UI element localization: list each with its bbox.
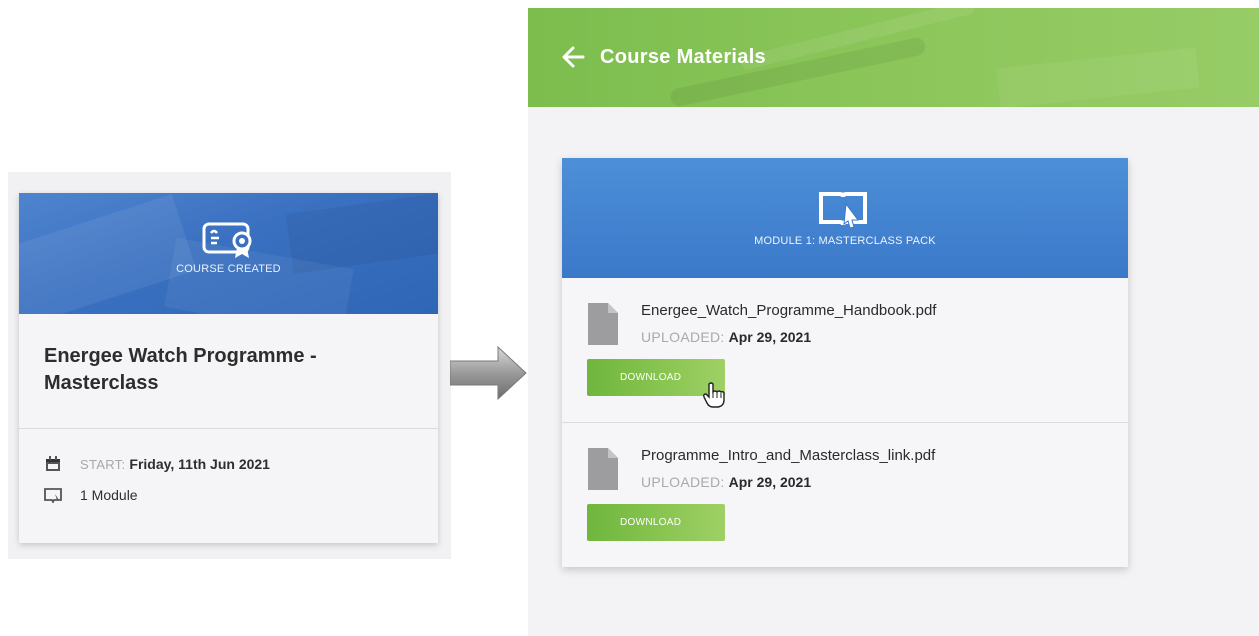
module-title: MODULE 1: MASTERCLASS PACK [754, 235, 936, 247]
page-title: Course Materials [600, 46, 766, 68]
download-button[interactable]: DOWNLOAD [587, 504, 725, 541]
file-icon [588, 303, 618, 345]
upload-date: UPLOADED: Apr 29, 2021 [641, 329, 811, 345]
module-header: MODULE 1: MASTERCLASS PACK [562, 158, 1128, 278]
file-name: Programme_Intro_and_Masterclass_link.pdf [641, 447, 936, 464]
upload-date: UPLOADED: Apr 29, 2021 [641, 474, 811, 490]
uploaded-label: UPLOADED: [641, 329, 725, 345]
start-date-row: START: Friday, 11th Jun 2021 [44, 454, 270, 474]
file-item: Energee_Watch_Programme_Handbook.pdf UPL… [562, 278, 1128, 422]
back-arrow-icon[interactable] [561, 45, 585, 69]
module-icon [44, 488, 62, 503]
file-name: Energee_Watch_Programme_Handbook.pdf [641, 302, 937, 319]
certificate-icon [202, 222, 252, 258]
right-arrow-icon [450, 345, 527, 401]
modules-row: 1 Module [44, 485, 138, 505]
start-label: START: [80, 456, 126, 472]
course-banner: COURSE CREATED [19, 193, 438, 314]
start-value: Friday, 11th Jun 2021 [129, 456, 270, 472]
modules-count: 1 Module [80, 487, 138, 503]
course-materials-page: Course Materials MODULE 1: MASTERCLASS P… [528, 8, 1259, 636]
uploaded-value: Apr 29, 2021 [728, 474, 812, 490]
uploaded-label: UPLOADED: [641, 474, 725, 490]
uploaded-value: Apr 29, 2021 [728, 329, 812, 345]
file-item: Programme_Intro_and_Masterclass_link.pdf… [562, 423, 1128, 567]
book-icon [819, 192, 867, 229]
course-card[interactable]: COURSE CREATED Energee Watch Programme -… [19, 193, 438, 543]
course-card-panel: COURSE CREATED Energee Watch Programme -… [8, 172, 451, 559]
course-title[interactable]: Energee Watch Programme - Masterclass [44, 343, 414, 397]
top-app-bar: Course Materials [528, 8, 1259, 107]
hand-cursor-icon [703, 382, 725, 408]
divider [19, 428, 438, 429]
file-icon [588, 448, 618, 490]
calendar-icon [46, 456, 60, 471]
materials-card: MODULE 1: MASTERCLASS PACK Energee_Watch… [562, 158, 1128, 567]
course-status-label: COURSE CREATED [176, 263, 281, 275]
